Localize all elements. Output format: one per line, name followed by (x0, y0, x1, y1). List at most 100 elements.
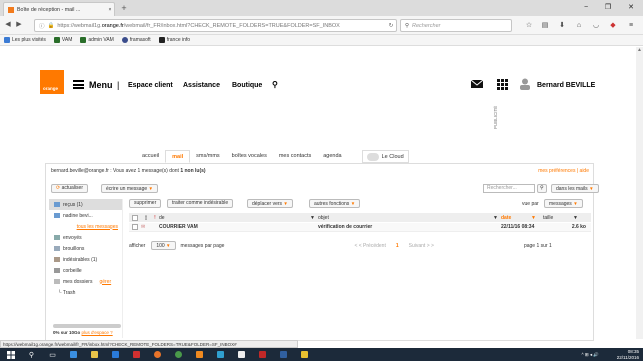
menu-link[interactable]: Menu (89, 80, 113, 90)
next-page-link[interactable]: Suivant > > (409, 243, 434, 249)
files-icon[interactable] (231, 348, 252, 361)
assistance-link[interactable]: Assistance (183, 82, 220, 89)
tab-sms-mms[interactable]: sms/mms (190, 150, 226, 163)
bookmark-star-icon[interactable]: ☆ (524, 20, 534, 31)
sidebar-item-drafts[interactable]: brouillons (49, 243, 122, 254)
reload-icon[interactable]: ↻ (386, 23, 396, 29)
browser-tab[interactable]: Boîte de réception - mail ... × (3, 2, 115, 16)
mail-envelope-icon[interactable] (470, 78, 484, 90)
tab-accueil[interactable]: accueil (136, 150, 165, 163)
notes-icon[interactable] (294, 348, 315, 361)
clock-date[interactable]: 22/11/2016 (617, 355, 639, 361)
mark-spam-button[interactable]: traiter comme indésirable (167, 199, 234, 208)
other-functions-button[interactable]: autres fonctions ▼ (309, 199, 361, 208)
mail-app-icon[interactable] (126, 348, 147, 361)
le-cloud-button[interactable]: Le Cloud (361, 150, 409, 163)
boutique-link[interactable]: Boutique (232, 82, 262, 89)
select-all-checkbox[interactable] (132, 214, 138, 221)
scroll-up-icon[interactable]: ▲ (636, 47, 643, 55)
task-view-icon[interactable]: ▭ (42, 348, 63, 361)
manage-folders-link[interactable]: gérer (99, 279, 111, 285)
user-name[interactable]: Bernard BEVILLE (537, 82, 595, 89)
search-scope-select[interactable]: dans les mails ▼ (551, 184, 599, 193)
espace-client-link[interactable]: Espace client (128, 82, 173, 89)
windows-start-icon[interactable] (0, 348, 21, 361)
bookmark-item[interactable]: Les plus visités (4, 37, 46, 43)
write-message-button[interactable]: écrire un message ▼ (101, 184, 158, 193)
move-to-button[interactable]: déplacer vers ▼ (247, 199, 293, 208)
user-avatar-icon[interactable] (518, 78, 532, 90)
previous-page-link[interactable]: < < Précédent (354, 243, 385, 249)
bookmark-item[interactable]: admin VAM (80, 37, 114, 43)
sidebar-item-nadine[interactable]: nadine bevi... (49, 210, 122, 221)
all-messages-link[interactable]: tous les messages (49, 221, 122, 232)
info-icon: ⓘ (39, 23, 45, 30)
sidebar-item-my-folders[interactable]: mes dossiers gérer (49, 276, 122, 287)
sidebar-item-trash-folder[interactable]: └ Trash (49, 287, 122, 298)
tab-mail[interactable]: mail (165, 150, 191, 163)
per-page-label: messages par page (180, 242, 225, 249)
store-icon[interactable] (105, 348, 126, 361)
pocket-icon[interactable]: ◡ (591, 20, 601, 31)
close-tab-icon[interactable]: × (106, 7, 114, 13)
maximize-button[interactable]: ❐ (601, 2, 615, 14)
chrome-icon[interactable] (168, 348, 189, 361)
column-size[interactable]: taille (543, 215, 573, 221)
browser-search-box[interactable]: ⚲ Rechercher (400, 19, 512, 32)
column-date[interactable]: date (501, 215, 531, 221)
view-by-select[interactable]: messages ▼ (544, 199, 583, 208)
search-icon[interactable]: ⚲ (21, 348, 42, 361)
more-space-link[interactable]: plus d'espace ? (82, 330, 113, 335)
sort-size-icon[interactable]: ▼ (573, 215, 581, 221)
tab-mes-contacts[interactable]: mes contacts (273, 150, 317, 163)
header-search-icon[interactable]: ⚲ (272, 80, 278, 89)
minimize-button[interactable]: − (579, 2, 593, 14)
refresh-button[interactable]: ⟳ actualiser (51, 184, 88, 193)
delete-button[interactable]: supprimer (129, 199, 162, 208)
column-subject[interactable]: objet (318, 215, 493, 221)
bookmark-item[interactable]: france info (158, 37, 190, 43)
pdf-icon[interactable] (252, 348, 273, 361)
sidebar-item-spam[interactable]: indésirables (1) (49, 254, 122, 265)
new-tab-button[interactable]: + (118, 3, 130, 14)
bookmark-item[interactable]: VAM (53, 37, 72, 43)
message-from[interactable]: COURRIER VAM (159, 224, 318, 230)
column-from[interactable]: de (159, 215, 310, 221)
sort-subject-icon[interactable]: ▼ (493, 215, 501, 221)
mail-search-input[interactable]: Rechercher... (483, 184, 535, 193)
preferences-help-link[interactable]: mes préférences | aide (538, 168, 589, 174)
edge-icon[interactable] (63, 348, 84, 361)
home-icon[interactable]: ⌂ (574, 20, 584, 31)
sidebar-item-inbox[interactable]: reçus (1) (49, 199, 122, 210)
menu-icon[interactable] (73, 80, 84, 89)
firefox-icon[interactable] (147, 348, 168, 361)
mail-search-button[interactable]: ⚲ (537, 184, 547, 193)
sort-date-icon[interactable]: ▼ (531, 215, 543, 221)
app-icon[interactable] (210, 348, 231, 361)
sidebar-item-trash[interactable]: corbeille (49, 265, 122, 276)
address-bar[interactable]: ⓘ 🔒 https://webmail1g.orange.fr/webmail/… (34, 19, 397, 32)
hamburger-menu-icon[interactable]: ≡ (626, 20, 636, 31)
tab-agenda[interactable]: agenda (317, 150, 347, 163)
table-row[interactable]: ✉ COURRIER VAM vérification de courrier … (129, 223, 591, 232)
explorer-icon[interactable] (84, 348, 105, 361)
extension-icon[interactable]: ◆ (608, 20, 618, 31)
apps-grid-icon[interactable] (495, 78, 509, 90)
per-page-select[interactable]: 100 ▼ (151, 241, 176, 250)
message-subject[interactable]: vérification de courrier (318, 224, 501, 230)
orange-logo[interactable]: orange (40, 70, 64, 94)
monitor-icon[interactable] (273, 348, 294, 361)
vlc-icon[interactable] (189, 348, 210, 361)
download-icon[interactable]: ⬇ (557, 20, 567, 31)
sidebar-item-sent[interactable]: envoyés (49, 232, 122, 243)
bookmark-item[interactable]: framasoft (121, 37, 151, 43)
close-window-button[interactable]: ✕ (624, 2, 638, 14)
page-scrollbar[interactable]: ▲ (636, 47, 643, 339)
sort-from-icon[interactable]: ▼ (310, 215, 318, 221)
message-checkbox[interactable] (132, 224, 138, 230)
reading-list-icon[interactable]: ▤ (540, 20, 550, 31)
tray-icons[interactable]: ^ ⊞ ◂ 🔊 (582, 352, 600, 358)
back-arrow-icon[interactable]: ◀ (3, 20, 13, 30)
tab-boites-vocales[interactable]: boîtes vocales (226, 150, 273, 163)
forward-arrow-icon[interactable]: ▶ (14, 20, 24, 30)
